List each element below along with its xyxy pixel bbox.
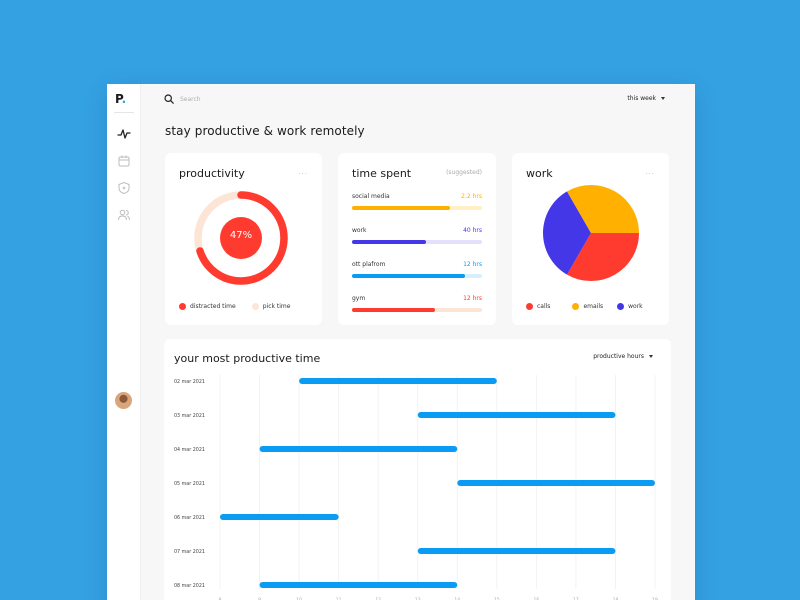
row-label: work (352, 227, 367, 234)
progress-track (352, 308, 482, 312)
productive-time-chart: 891011121314151617181902 mar 202103 mar … (174, 375, 658, 600)
y-category-label: 03 mar 2021 (174, 413, 205, 419)
row-value: 12 hrs (463, 261, 482, 268)
shield-icon (118, 181, 130, 195)
row-value: 12 hrs (463, 295, 482, 302)
filter-label: productive hours (593, 353, 644, 360)
work-card: work ··· calls emails work (512, 153, 669, 325)
legend-dot (251, 303, 259, 310)
sidebar-item-calendar[interactable] (117, 153, 131, 167)
period-dropdown[interactable]: this week (627, 95, 665, 102)
user-avatar[interactable] (115, 392, 132, 409)
legend-label: distracted time (190, 303, 236, 310)
progress-track (352, 206, 482, 210)
productivity-legend: distracted time pick time (179, 303, 290, 310)
app-logo[interactable]: P. (115, 92, 126, 106)
legend-label: calls (537, 303, 551, 310)
y-category-label: 08 mar 2021 (174, 583, 205, 589)
legend-label: work (628, 303, 643, 310)
sidebar: P. (107, 84, 141, 600)
work-pie-chart (543, 185, 639, 281)
legend-work: work (617, 303, 643, 310)
progress-fill (352, 274, 466, 278)
productive-time-card: 891011121314151617181902 mar 202103 mar … (164, 339, 671, 600)
legend-calls: calls (526, 303, 550, 310)
logo-dot: . (121, 92, 127, 106)
page-title: stay productive & work remotely (165, 124, 365, 138)
users-icon (118, 209, 130, 221)
progress-track (352, 240, 482, 244)
period-label: this week (627, 95, 656, 102)
legend-dot (572, 303, 580, 310)
suggested-note: (suggested) (446, 169, 482, 176)
search-input[interactable]: Search (180, 96, 201, 103)
y-category-label: 07 mar 2021 (174, 549, 205, 555)
row-label: ott plafrom (352, 261, 386, 268)
legend-label: emails (583, 303, 604, 310)
legend-dot (526, 303, 533, 310)
y-category-label: 04 mar 2021 (174, 447, 205, 453)
legend-pick-time: pick time (251, 303, 291, 310)
progress-fill (352, 240, 427, 244)
row-label: social media (352, 193, 390, 200)
row-header: social media 2.2 hrs (352, 193, 482, 200)
time-spent-row: ott plafrom 12 hrs (352, 261, 482, 278)
progress-fill (352, 308, 436, 312)
chevron-down-icon (661, 97, 665, 100)
y-category-label: 06 mar 2021 (174, 515, 205, 521)
y-category-label: 02 mar 2021 (174, 379, 205, 385)
row-header: ott plafrom 12 hrs (352, 261, 482, 268)
productivity-card: productivity ··· 47% distracted time pic… (165, 153, 322, 325)
productivity-percent: 47% (229, 230, 253, 241)
legend-distracted-time: distracted time (179, 303, 236, 310)
time-spent-row: gym 12 hrs (352, 295, 482, 312)
sidebar-item-users[interactable] (117, 207, 131, 221)
legend-dot (179, 303, 186, 310)
search-bar[interactable]: Search (164, 94, 201, 104)
sidebar-item-security[interactable] (117, 180, 131, 195)
row-value: 40 hrs (463, 227, 482, 234)
row-header: work 40 hrs (352, 227, 482, 234)
progress-fill (352, 206, 450, 210)
row-header: gym 12 hrs (352, 295, 482, 302)
work-legend: calls emails work (526, 303, 643, 310)
legend-label: pick time (262, 303, 291, 310)
activity-icon (117, 129, 131, 139)
app-window: P. Search this week stay productive & wo… (107, 84, 695, 600)
progress-track (352, 274, 482, 278)
productive-hours-dropdown[interactable]: productive hours (593, 353, 653, 360)
legend-dot (617, 303, 625, 310)
productive-time-title: your most productive time (174, 352, 321, 365)
chevron-down-icon (649, 355, 653, 358)
row-value: 2.2 hrs (461, 193, 482, 200)
time-spent-row: work 40 hrs (352, 227, 482, 244)
logo-letter: P (115, 92, 122, 106)
legend-emails: emails (572, 303, 603, 310)
time-spent-row: social media 2.2 hrs (352, 193, 482, 210)
time-spent-title: time spent (352, 167, 412, 180)
sidebar-divider (114, 112, 134, 113)
sidebar-item-activity[interactable] (117, 126, 131, 140)
calendar-icon (118, 155, 130, 167)
row-label: gym (352, 295, 366, 302)
time-spent-card: time spent (suggested) social media 2.2 h… (338, 153, 496, 325)
search-icon (164, 94, 174, 104)
y-category-label: 05 mar 2021 (174, 481, 205, 487)
